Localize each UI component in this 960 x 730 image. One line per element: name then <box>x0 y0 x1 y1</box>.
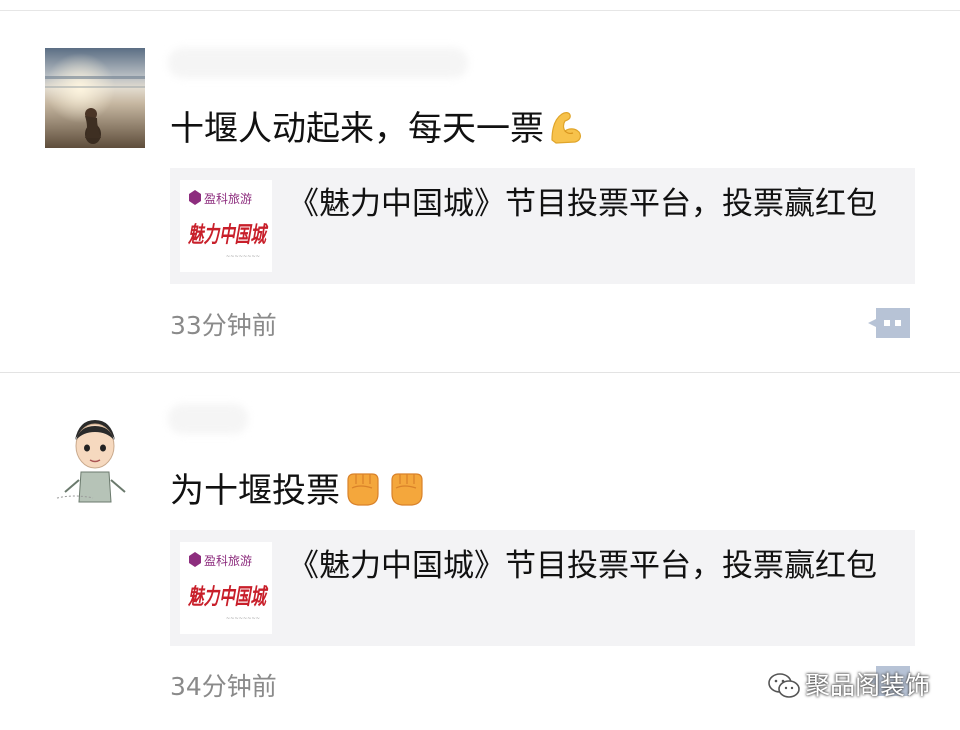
beach-sunset-photo-avatar <box>45 48 145 148</box>
user-name-blurred <box>168 404 248 434</box>
link-thumbnail: 盈科旅游 魅力中国城 ~~~~~~~~ <box>180 180 272 272</box>
thumb-brand-text: 盈科旅游 <box>204 192 252 206</box>
user-avatar[interactable] <box>45 48 145 148</box>
cartoon-man-avatar <box>45 410 145 510</box>
link-card[interactable]: 盈科旅游 魅力中国城 ~~~~~~~~ 《魅力中国城》节目投票平台，投票赢红包 <box>170 168 915 284</box>
svg-text:~~~~~~~~: ~~~~~~~~ <box>226 615 260 622</box>
raised-fist-emoji-icon <box>342 468 384 519</box>
top-divider <box>0 10 960 11</box>
link-title: 《魅力中国城》节目投票平台，投票赢红包 <box>288 548 877 584</box>
wechat-icon <box>768 673 800 698</box>
brand-logo-icon <box>189 552 201 567</box>
post-text: 为十堰投票 <box>170 468 428 519</box>
link-card[interactable]: 盈科旅游 魅力中国城 ~~~~~~~~ 《魅力中国城》节目投票平台，投票赢红包 <box>170 530 915 646</box>
brand-logo-icon <box>189 190 201 205</box>
link-title: 《魅力中国城》节目投票平台，投票赢红包 <box>288 186 877 222</box>
link-thumbnail: 盈科旅游 魅力中国城 ~~~~~~~~ <box>180 542 272 634</box>
post-text-content: 十堰人动起来，每天一票 <box>170 109 544 149</box>
watermark-text: 聚品阁装饰 <box>804 671 930 700</box>
post-timestamp: 34分钟前 <box>170 672 277 701</box>
comment-dots-icon <box>868 308 910 338</box>
user-name-blurred <box>168 48 468 78</box>
raised-fist-emoji-icon <box>386 468 428 519</box>
flexed-biceps-emoji-icon <box>546 106 586 157</box>
post-text: 十堰人动起来，每天一票 <box>170 106 586 157</box>
comment-button[interactable] <box>866 306 912 340</box>
post-divider <box>0 372 960 373</box>
watermark: 聚品阁装饰 <box>767 666 930 702</box>
thumb-brand-text: 盈科旅游 <box>204 554 252 568</box>
thumb-logo-text: 魅力中国城 <box>188 222 269 248</box>
post-text-content: 为十堰投票 <box>170 471 340 511</box>
svg-text:~~~~~~~~: ~~~~~~~~ <box>226 253 260 260</box>
post-timestamp: 33分钟前 <box>170 311 277 340</box>
user-avatar[interactable] <box>45 410 145 510</box>
moment-post: 十堰人动起来，每天一票 盈科旅游 魅力中国城 ~~~~~~~~ 《魅力中国城》节… <box>0 12 960 372</box>
thumb-logo-text: 魅力中国城 <box>188 584 269 610</box>
